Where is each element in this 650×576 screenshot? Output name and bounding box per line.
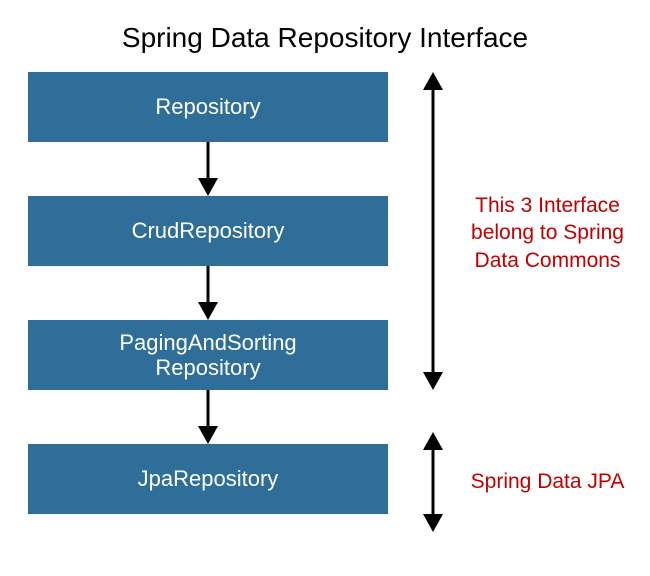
box-line-1: PagingAndSorting (119, 330, 296, 355)
boxes-column: Repository CrudRepository PagingAndSorti… (28, 72, 388, 514)
double-arrow-icon (418, 432, 448, 532)
annotation-line: belong to Spring (460, 219, 635, 246)
annotation-jpa: Spring Data JPA (460, 468, 635, 495)
box-repository: Repository (28, 72, 388, 142)
box-paging-sorting-repository: PagingAndSorting Repository (28, 320, 388, 390)
box-jpa-repository: JpaRepository (28, 444, 388, 514)
arrow-down-icon (28, 390, 388, 444)
annotation-commons: This 3 Interface belong to Spring Data C… (460, 192, 635, 274)
box-crud-repository: CrudRepository (28, 196, 388, 266)
arrow-down-icon (28, 266, 388, 320)
diagram-title: Spring Data Repository Interface (0, 0, 650, 72)
annotation-line: Data Commons (460, 247, 635, 274)
annotation-line: This 3 Interface (460, 192, 635, 219)
box-line-2: Repository (155, 355, 260, 380)
double-arrow-icon (418, 72, 448, 390)
arrow-down-icon (28, 142, 388, 196)
